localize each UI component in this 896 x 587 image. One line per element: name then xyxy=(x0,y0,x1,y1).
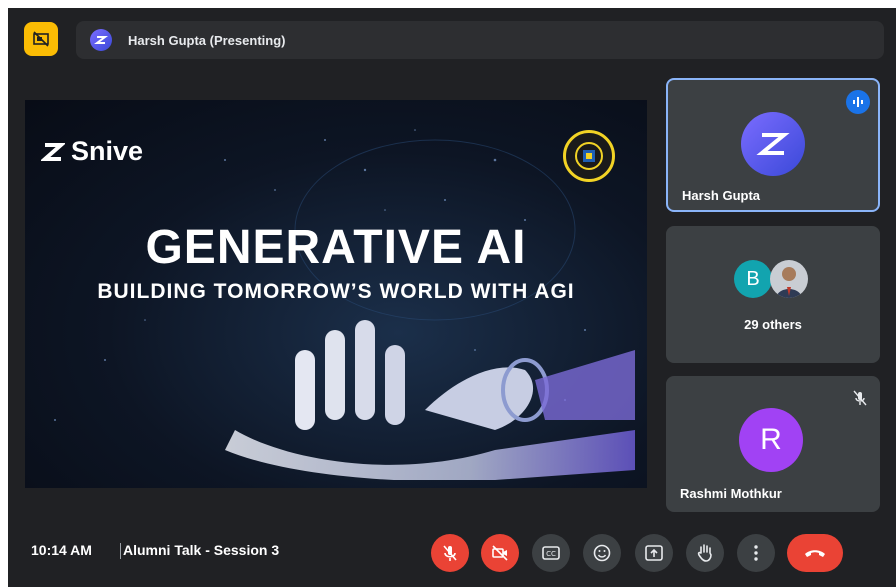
speaking-indicator-icon xyxy=(846,90,870,114)
shared-screen: Snive GENERATIVE AI BUILDING TOMORROW’S … xyxy=(25,100,647,488)
camera-toggle-button[interactable] xyxy=(481,534,519,572)
captions-icon: CC xyxy=(542,546,560,560)
institution-emblem xyxy=(563,130,615,182)
presenting-banner: Harsh Gupta (Presenting) xyxy=(76,21,884,59)
participant-tile-rashmi-mothkur[interactable]: R Rashmi Mothkur xyxy=(666,376,880,512)
divider xyxy=(120,543,121,559)
meeting-time: 10:14 AM xyxy=(31,542,92,558)
snive-logo-icon xyxy=(756,133,790,155)
end-call-button[interactable] xyxy=(787,534,843,572)
end-call-icon xyxy=(805,550,825,557)
mic-toggle-button[interactable] xyxy=(431,534,469,572)
participant-name: Harsh Gupta xyxy=(682,188,761,203)
svg-text:CC: CC xyxy=(546,550,556,558)
meeting-title: Alumni Talk - Session 3 xyxy=(123,542,280,558)
hide-tiles-button[interactable] xyxy=(24,22,58,56)
avatar-b: B xyxy=(734,260,772,298)
camera-off-icon xyxy=(492,545,508,561)
slide-subtitle: BUILDING TOMORROW’S WORLD WITH AGI xyxy=(97,280,575,303)
more-options-button[interactable] xyxy=(737,534,775,572)
participant-name: Rashmi Mothkur xyxy=(680,486,782,501)
snive-logo-icon xyxy=(90,29,112,51)
captions-button[interactable]: CC xyxy=(532,534,570,572)
more-options-icon xyxy=(754,545,758,561)
presenter-label: Harsh Gupta (Presenting) xyxy=(128,32,286,48)
meeting-window: Harsh Gupta (Presenting) Snive GENERATIV… xyxy=(8,8,896,587)
raise-hand-icon xyxy=(697,544,712,562)
robot-hand-graphic xyxy=(225,320,635,480)
avatar: R xyxy=(739,408,803,472)
present-screen-icon xyxy=(645,545,663,561)
brand-name: Snive xyxy=(71,136,144,166)
slide-title: GENERATIVE AI xyxy=(145,221,527,274)
present-screen-button[interactable] xyxy=(635,534,673,572)
avatar-initial: B xyxy=(746,267,760,290)
snive-brand: Snive xyxy=(41,136,143,167)
avatar-photo xyxy=(770,260,808,298)
avatar xyxy=(741,112,805,176)
avatar-initial: R xyxy=(760,423,782,456)
mic-off-icon xyxy=(443,545,457,561)
emoji-button[interactable] xyxy=(583,534,621,572)
snive-logo-icon xyxy=(41,142,65,161)
mic-off-icon xyxy=(848,386,872,410)
emoji-icon xyxy=(593,544,611,562)
others-count: 29 others xyxy=(744,317,802,332)
participant-tile-others[interactable]: B 29 others xyxy=(666,226,880,363)
raise-hand-button[interactable] xyxy=(686,534,724,572)
participant-tile-harsh-gupta[interactable]: Harsh Gupta xyxy=(666,78,880,212)
hide-tiles-icon xyxy=(33,31,49,47)
